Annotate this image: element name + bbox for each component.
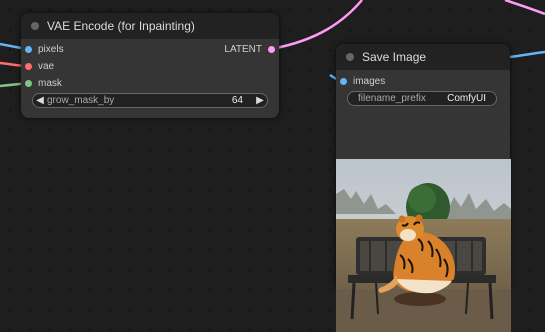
collapse-dot-icon[interactable] bbox=[346, 53, 354, 61]
slot-dot-icon[interactable] bbox=[25, 46, 32, 53]
slot-dot-icon[interactable] bbox=[25, 80, 32, 87]
input-slot-pixels[interactable]: pixels bbox=[25, 44, 64, 55]
widget-value: ComfyUI bbox=[447, 93, 486, 104]
widget-value: 64 bbox=[231, 95, 243, 106]
image-preview[interactable] bbox=[336, 159, 511, 332]
filename-prefix-widget[interactable]: filename_prefix ComfyUI bbox=[347, 91, 497, 106]
slot-dot-icon[interactable] bbox=[25, 63, 32, 70]
input-slot-images[interactable]: images bbox=[340, 76, 385, 87]
increment-arrow-icon[interactable]: ▶ bbox=[253, 95, 267, 106]
node-title-bar[interactable]: VAE Encode (for Inpainting) bbox=[21, 13, 279, 39]
node-title-bar[interactable]: Save Image bbox=[336, 44, 510, 70]
output-slot-latent[interactable]: LATENT bbox=[224, 44, 275, 55]
vae-encode-node[interactable]: VAE Encode (for Inpainting) pixels vae m… bbox=[21, 13, 279, 118]
slot-label: mask bbox=[38, 78, 62, 89]
slot-label: pixels bbox=[38, 44, 64, 55]
slot-label: images bbox=[353, 76, 386, 87]
input-slot-mask[interactable]: mask bbox=[25, 78, 62, 89]
grow-mask-by-widget[interactable]: ◀ grow_mask_by 64 ▶ bbox=[32, 93, 268, 108]
latent-wire bbox=[270, 0, 363, 51]
slot-label: vae bbox=[38, 61, 55, 72]
widget-label: filename_prefix bbox=[358, 93, 426, 104]
wire-pink-top bbox=[504, 0, 545, 16]
slot-label: LATENT bbox=[224, 44, 262, 55]
image-wire-out bbox=[509, 50, 545, 59]
input-slot-vae[interactable]: vae bbox=[25, 61, 54, 72]
node-title: VAE Encode (for Inpainting) bbox=[47, 19, 195, 33]
slot-dot-icon[interactable] bbox=[340, 78, 347, 85]
save-image-node[interactable]: Save Image images filename_prefix ComfyU… bbox=[336, 44, 511, 332]
slot-dot-icon[interactable] bbox=[268, 46, 275, 53]
decrement-arrow-icon[interactable]: ◀ bbox=[33, 95, 47, 106]
widget-label: grow_mask_by bbox=[47, 95, 115, 106]
collapse-dot-icon[interactable] bbox=[31, 22, 39, 30]
node-title: Save Image bbox=[362, 50, 427, 64]
